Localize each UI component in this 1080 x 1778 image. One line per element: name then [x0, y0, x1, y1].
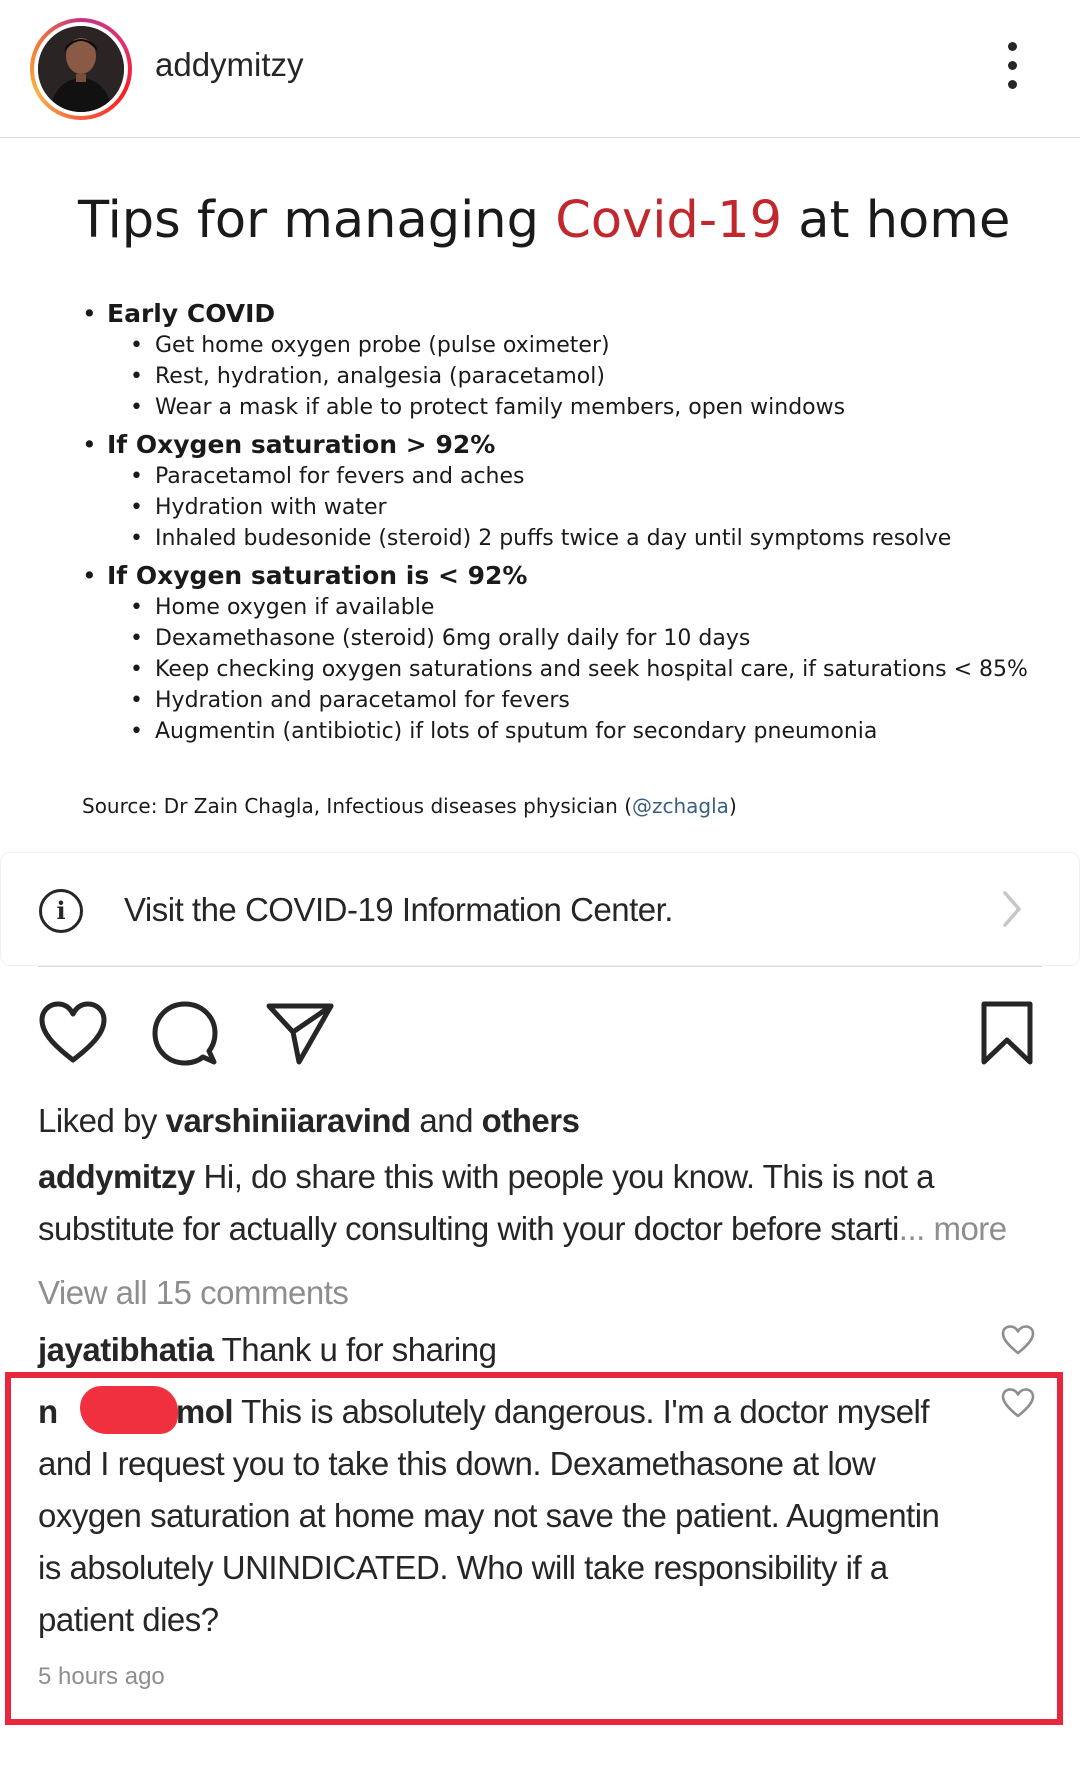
comment-username[interactable]: jayatibhatia — [38, 1331, 214, 1368]
profile-photo — [38, 26, 124, 112]
bullet-item: Hydration with water — [82, 492, 1042, 523]
likes-others-link[interactable]: others — [482, 1102, 580, 1139]
covid-info-banner[interactable]: i Visit the COVID-19 Information Center. — [0, 852, 1080, 966]
highlight-box — [5, 1372, 1063, 1725]
caption-line: substitute for actually consulting with … — [38, 1210, 1007, 1247]
post-header: addymitzy — [0, 0, 1080, 138]
chevron-right-icon — [1003, 891, 1021, 927]
bullet-group: If Oxygen saturation is < 92% Home oxyge… — [82, 559, 1042, 747]
bullet-item: Hydration and paracetamol for fevers — [82, 685, 1042, 716]
bullet-item: Dexamethasone (steroid) 6mg orally daily… — [82, 623, 1042, 654]
caption: addymitzy Hi, do share this with people … — [38, 1158, 935, 1195]
liker-username[interactable]: varshiniiaravind — [166, 1102, 412, 1139]
bullet-item: Inhaled budesonide (steroid) 2 puffs twi… — [82, 523, 1042, 554]
bullet-item: Augmentin (antibiotic) if lots of sputum… — [82, 716, 1042, 747]
bullet-item: Keep checking oxygen saturations and see… — [82, 654, 1042, 685]
bullet-heading: Early COVID — [82, 297, 1042, 330]
bullet-item: Rest, hydration, analgesia (paracetamol) — [82, 361, 1042, 392]
caption-username[interactable]: addymitzy — [38, 1158, 195, 1195]
slide-title: Tips for managing Covid-19 at home — [78, 191, 1011, 250]
info-icon: i — [39, 889, 83, 933]
divider — [38, 966, 1042, 967]
bookmark-icon[interactable] — [978, 1000, 1036, 1066]
comment-icon[interactable] — [152, 1000, 218, 1066]
slide-bullets: Early COVID Get home oxygen probe (pulse… — [82, 297, 1042, 752]
bullet-item: Paracetamol for fevers and aches — [82, 461, 1042, 492]
heart-icon[interactable] — [1000, 1324, 1036, 1356]
bullet-group: Early COVID Get home oxygen probe (pulse… — [82, 297, 1042, 423]
post-image: Tips for managing Covid-19 at home Early… — [0, 139, 1080, 851]
heart-icon[interactable] — [38, 1000, 108, 1066]
bullet-group: If Oxygen saturation > 92% Paracetamol f… — [82, 428, 1042, 554]
bullet-heading: If Oxygen saturation > 92% — [82, 428, 1042, 461]
bullet-item: Home oxygen if available — [82, 592, 1042, 623]
caption-more-link[interactable]: ... more — [899, 1210, 1007, 1247]
bullet-item: Get home oxygen probe (pulse oximeter) — [82, 330, 1042, 361]
send-icon[interactable] — [265, 1000, 335, 1066]
info-banner-text: Visit the COVID-19 Information Center. — [124, 891, 673, 928]
bullet-item: Wear a mask if able to protect family me… — [82, 392, 1042, 423]
post-username[interactable]: addymitzy — [155, 46, 304, 84]
avatar[interactable] — [30, 18, 132, 120]
view-all-comments-link[interactable]: View all 15 comments — [38, 1274, 349, 1312]
likes-summary: Liked by varshiniiaravind and others — [38, 1102, 580, 1139]
more-vertical-icon[interactable] — [995, 38, 1029, 96]
bullet-heading: If Oxygen saturation is < 92% — [82, 559, 1042, 592]
comment: jayatibhatia Thank u for sharing — [38, 1331, 497, 1368]
slide-source: Source: Dr Zain Chagla, Infectious disea… — [82, 794, 737, 818]
